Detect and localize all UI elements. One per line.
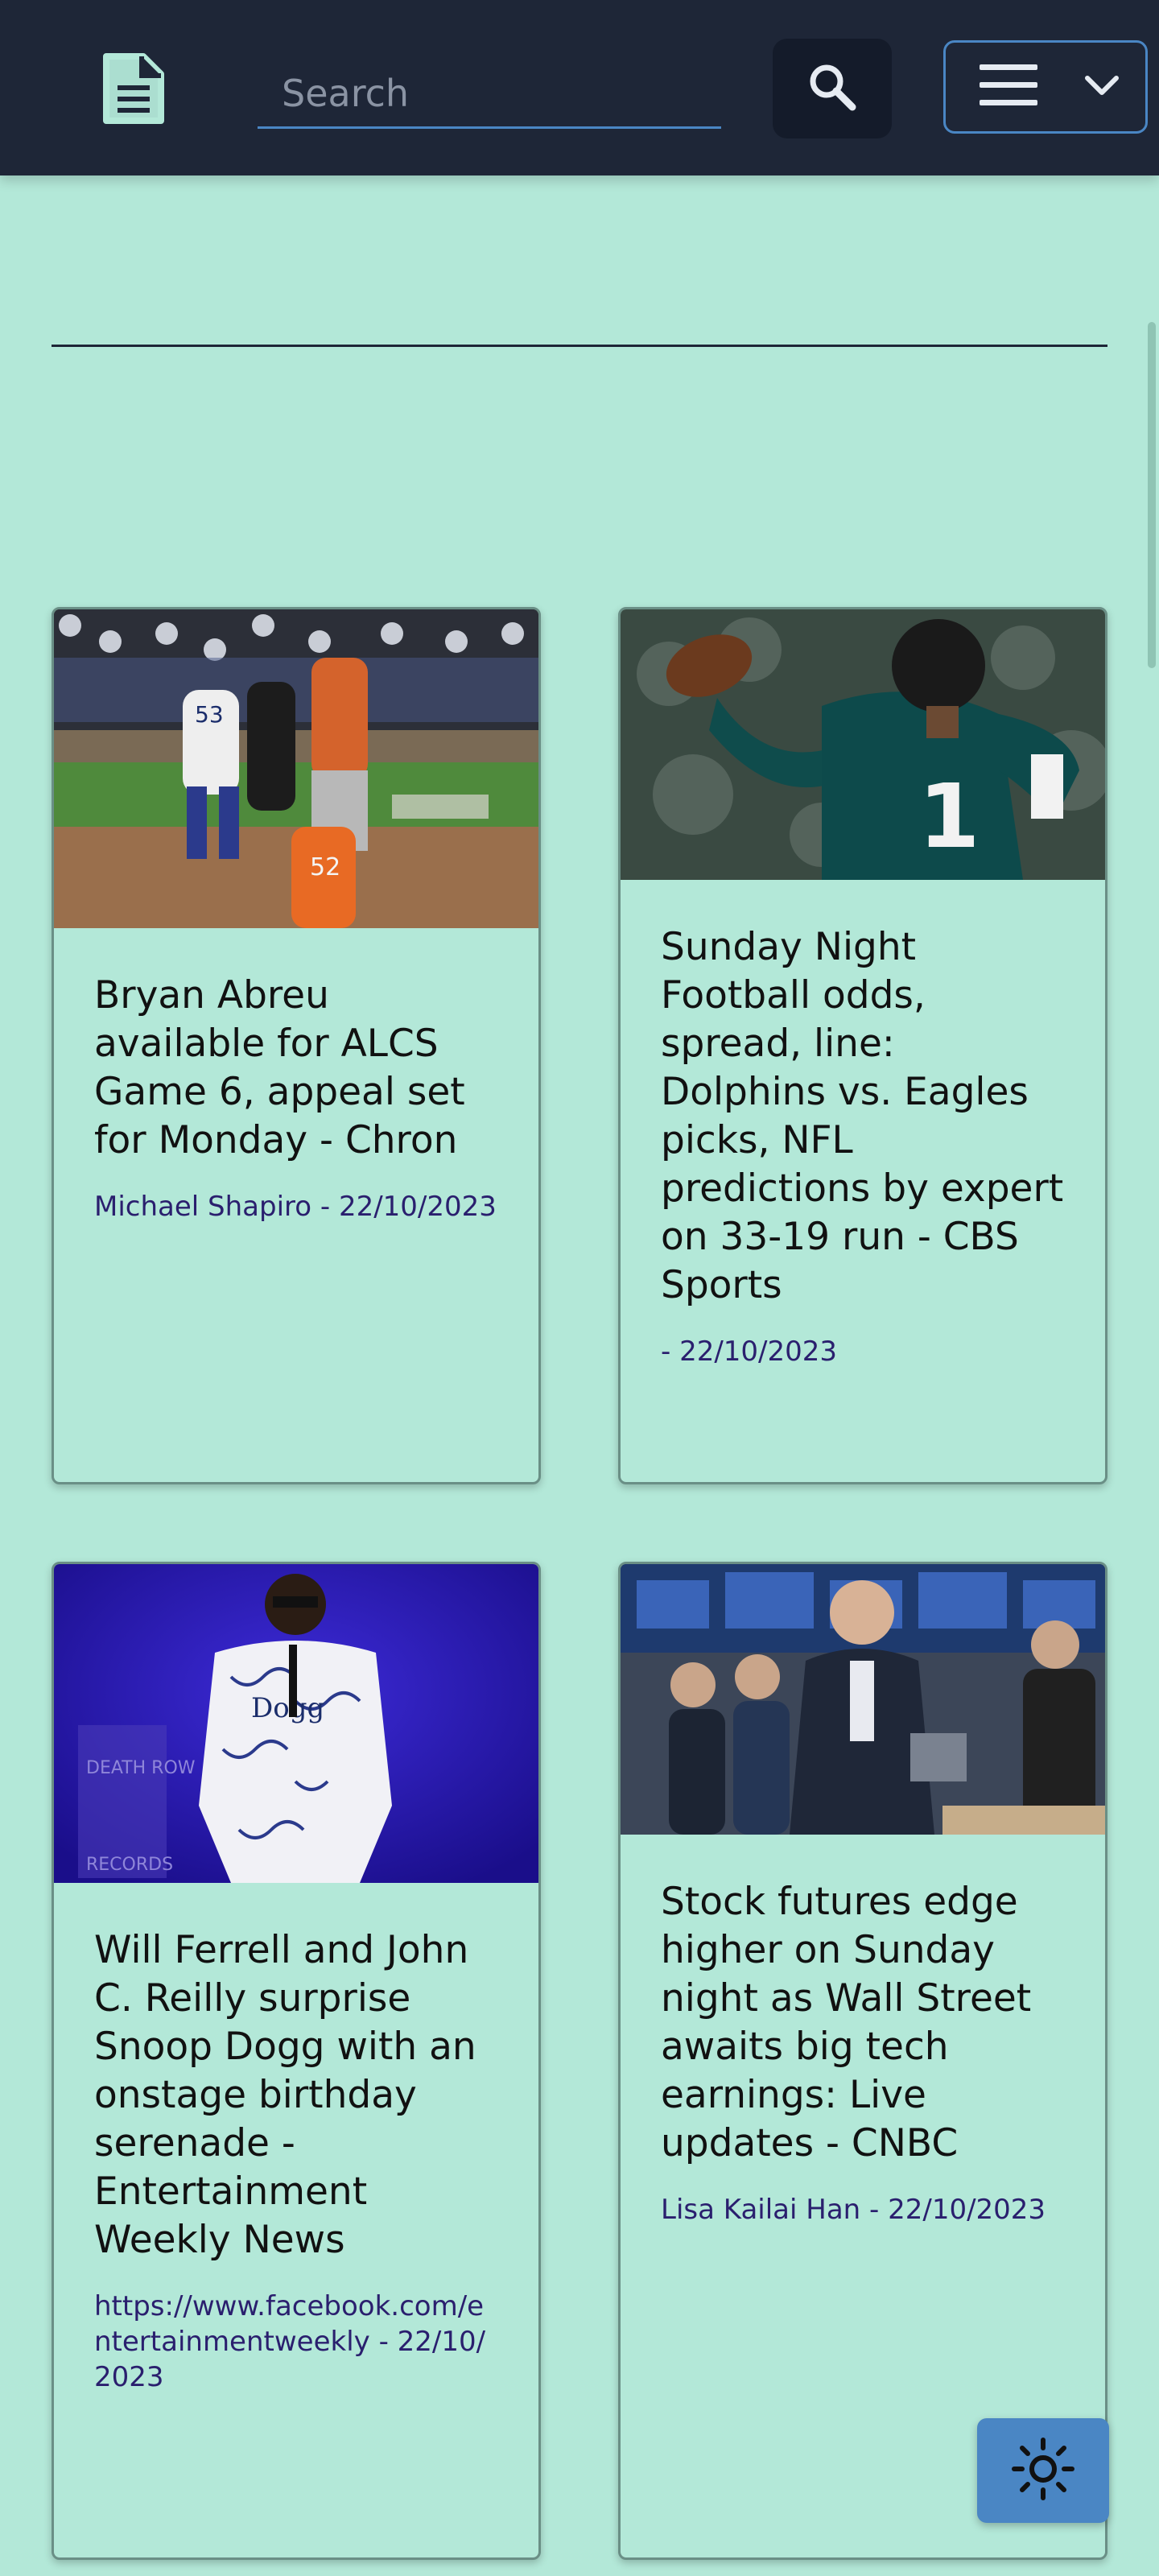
search-button[interactable] xyxy=(773,39,892,138)
sun-icon xyxy=(1011,2437,1075,2504)
top-bar xyxy=(0,0,1159,175)
scrollbar[interactable] xyxy=(1148,322,1156,668)
svg-text:53: 53 xyxy=(195,701,224,728)
divider xyxy=(52,345,1107,347)
concert-performer-photo: DEATH ROW RECORDS Dogg xyxy=(54,1564,538,1883)
svg-text:1: 1 xyxy=(918,765,980,868)
search-input[interactable] xyxy=(258,60,721,129)
article-title[interactable]: Will Ferrell and John C. Reilly surprise… xyxy=(94,1926,498,2264)
article-meta: - 22/10/2023 xyxy=(661,1335,838,1368)
article-card[interactable]: Stock futures edge higher on Sunday nigh… xyxy=(618,1562,1107,2560)
svg-text:RECORDS: RECORDS xyxy=(86,1855,173,1875)
article-card[interactable]: DEATH ROW RECORDS Dogg Will Ferrell and … xyxy=(52,1562,541,2560)
search-icon xyxy=(806,60,859,117)
article-title[interactable]: Sunday Night Football odds, spread, line… xyxy=(661,923,1065,1310)
document-icon[interactable] xyxy=(95,50,172,127)
menu-button[interactable] xyxy=(943,40,1148,134)
chevron-down-icon xyxy=(1084,73,1120,101)
svg-text:52: 52 xyxy=(310,853,340,881)
article-meta: Michael Shapiro - 22/10/2023 xyxy=(94,1191,497,1223)
football-quarterback-photo: 1 xyxy=(621,609,1105,880)
article-meta: Lisa Kailai Han - 22/10/2023 xyxy=(661,2194,1046,2226)
article-title[interactable]: Bryan Abreu available for ALCS Game 6, a… xyxy=(94,972,498,1165)
article-card[interactable]: 53 52 Bryan Abreu available for ALCS Gam… xyxy=(52,607,541,1484)
baseball-players-photo: 53 52 xyxy=(54,609,538,928)
theme-toggle-button[interactable] xyxy=(977,2418,1109,2523)
article-card[interactable]: 1 Sunday Night Football odds, spread, li… xyxy=(618,607,1107,1484)
stock-exchange-traders-photo xyxy=(621,1564,1105,1835)
article-meta: https://www.facebook.com/entertainmentwe… xyxy=(94,2290,486,2393)
article-title[interactable]: Stock futures edge higher on Sunday nigh… xyxy=(661,1878,1065,2168)
svg-text:Dogg: Dogg xyxy=(251,1692,324,1724)
svg-text:DEATH ROW: DEATH ROW xyxy=(86,1758,196,1778)
hamburger-icon xyxy=(978,63,1039,111)
